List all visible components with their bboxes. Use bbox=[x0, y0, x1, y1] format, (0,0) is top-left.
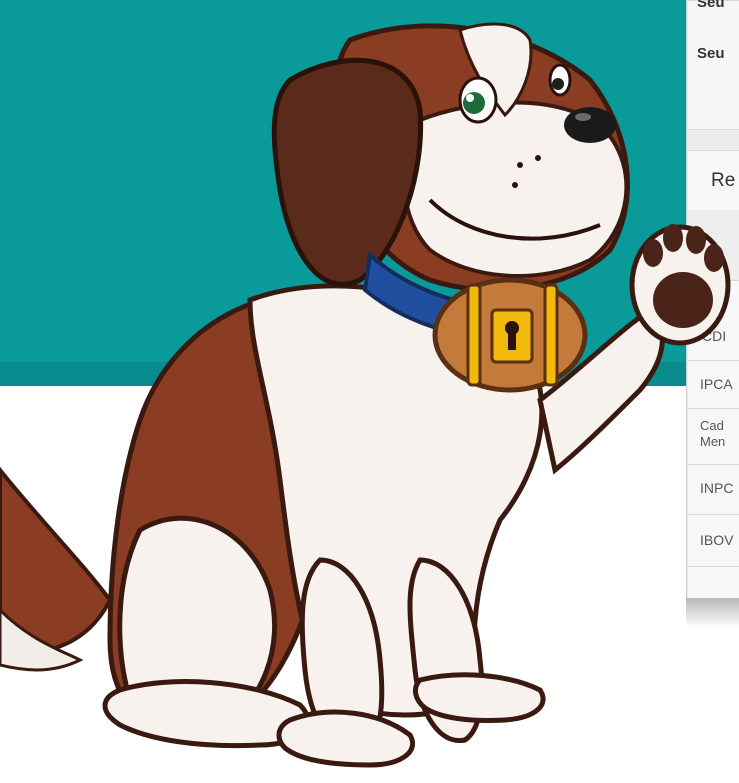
saint-bernard-dog-mascot-icon bbox=[0, 22, 731, 768]
barrel-icon bbox=[432, 277, 588, 393]
